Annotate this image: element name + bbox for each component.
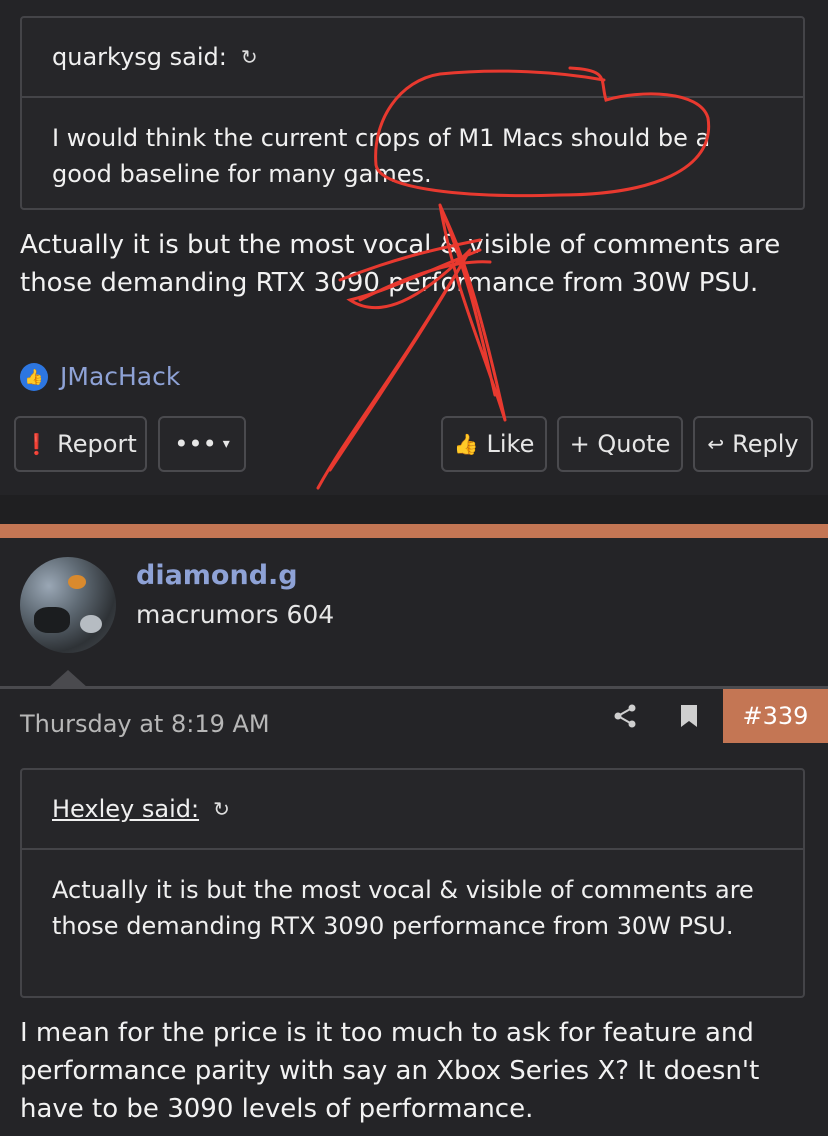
quote-header[interactable]: Hexley said: ↻ — [22, 770, 803, 850]
quote-header[interactable]: quarkysg said: ↻ — [22, 18, 803, 98]
quote-button[interactable]: + Quote — [557, 416, 683, 472]
post-body: I mean for the price is it too much to a… — [20, 1018, 760, 1124]
thumbs-up-icon: 👍 — [453, 432, 479, 456]
more-label: ••• — [174, 430, 217, 458]
quote-author[interactable]: Hexley said: — [52, 795, 199, 823]
post-separator — [0, 524, 828, 538]
reply-label: Reply — [732, 430, 799, 458]
more-options-button[interactable]: ••• ▾ — [158, 416, 246, 472]
quote-text: I would think the current crops of M1 Ma… — [52, 124, 711, 188]
avatar[interactable] — [20, 557, 116, 653]
reply-button[interactable]: ↩ Reply — [693, 416, 813, 472]
post-number[interactable]: #339 — [723, 689, 828, 743]
share-icon[interactable] — [612, 703, 638, 729]
quote-label: + Quote — [569, 430, 671, 458]
reaction-user[interactable]: JMacHack — [60, 362, 180, 391]
quote-text: Actually it is but the most vocal & visi… — [52, 876, 754, 940]
chevron-down-icon: ▾ — [222, 436, 230, 452]
quote-author[interactable]: quarkysg said: — [52, 43, 227, 71]
thumbs-up-icon: 👍 — [20, 362, 48, 391]
return-arrow-icon[interactable]: ↻ — [213, 797, 230, 821]
post-body: Actually it is but the most vocal & visi… — [20, 230, 781, 298]
like-button[interactable]: 👍 Like — [441, 416, 547, 472]
bookmark-icon[interactable] — [680, 704, 698, 728]
user-title: macrumors 604 — [136, 600, 335, 629]
reply-arrow-icon: ↩ — [707, 432, 725, 456]
like-label: Like — [486, 430, 535, 458]
return-arrow-icon[interactable]: ↻ — [241, 45, 258, 69]
post-timestamp[interactable]: Thursday at 8:19 AM — [20, 710, 270, 738]
alert-icon: ❗ — [24, 432, 50, 456]
reaction-summary[interactable]: 👍 JMacHack — [20, 362, 180, 391]
quote-block: Hexley said: ↻ Actually it is but the mo… — [20, 768, 805, 998]
username[interactable]: diamond.g — [136, 560, 298, 591]
header-divider — [0, 686, 828, 689]
quote-block: quarkysg said: ↻ I would think the curre… — [20, 16, 805, 210]
report-label: Report — [57, 430, 137, 458]
report-button[interactable]: ❗ Report — [14, 416, 147, 472]
